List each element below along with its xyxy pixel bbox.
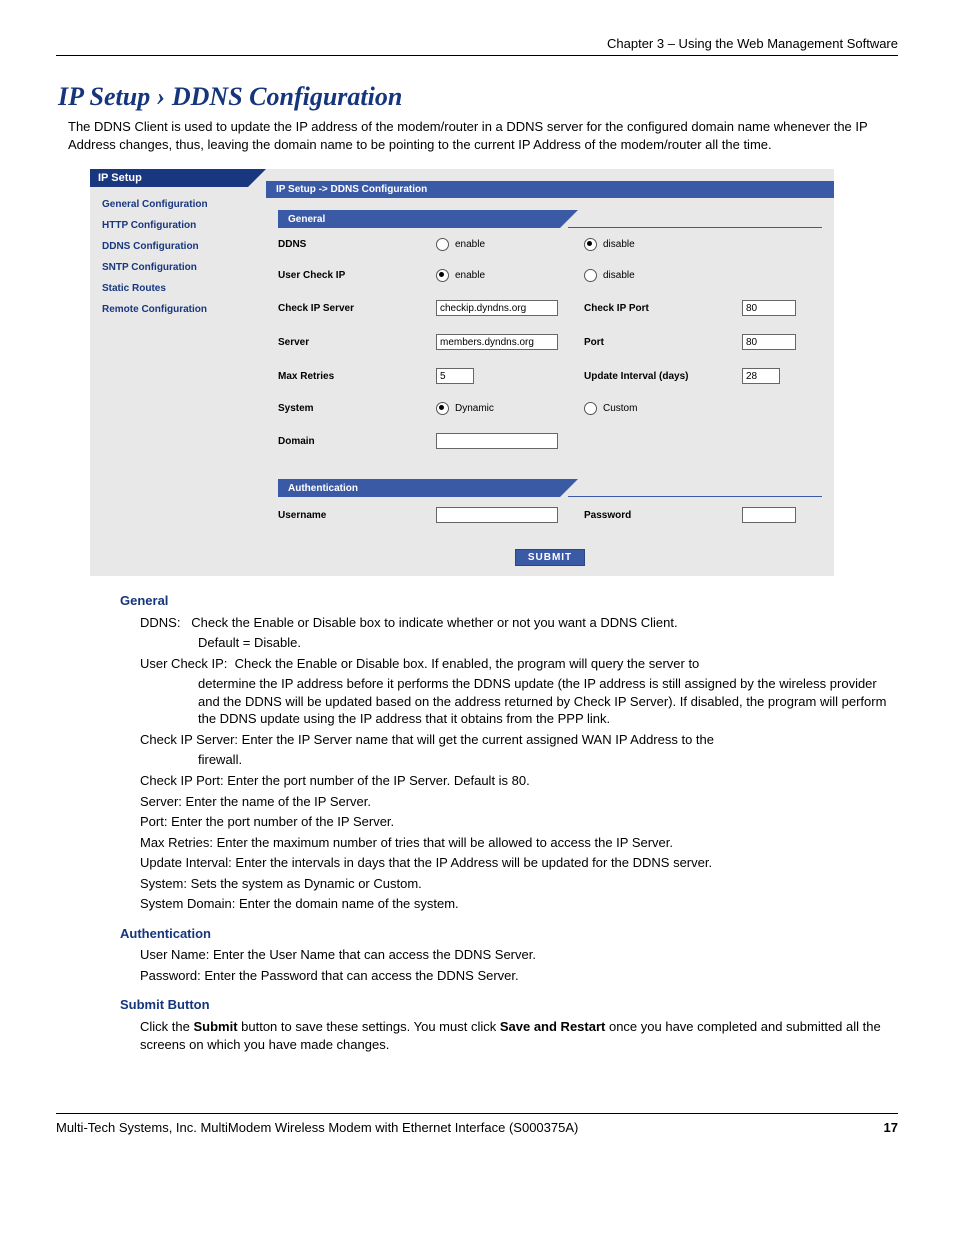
sidebar-item-static-routes[interactable]: Static Routes: [102, 283, 266, 294]
enable-text: enable: [455, 239, 485, 250]
sidebar-item-general[interactable]: General Configuration: [102, 199, 266, 210]
checkipserver-input[interactable]: [436, 300, 558, 316]
password-label: Password: [584, 510, 734, 521]
updateinterval-label: Update Interval (days): [584, 371, 734, 382]
help-system-desc: Sets the system as Dynamic or Custom.: [191, 876, 422, 891]
help-server-desc: Enter the name of the IP Server.: [186, 794, 371, 809]
usercheckip-label: User Check IP: [278, 270, 428, 281]
help-system-term: System:: [140, 876, 187, 891]
help-auth-heading: Authentication: [120, 925, 898, 943]
help-usercheckip-desc-start: Check the Enable or Disable box. If enab…: [235, 656, 700, 671]
help-cis-desc-start: Enter the IP Server name that will get t…: [242, 732, 714, 747]
help-username-desc: Enter the User Name that can access the …: [213, 947, 536, 962]
sidebar-item-remote[interactable]: Remote Configuration: [102, 304, 266, 315]
help-general-heading: General: [120, 592, 898, 610]
sidebar-tab-ipsetup[interactable]: IP Setup: [90, 169, 266, 187]
usercheckip-disable-radio[interactable]: [584, 269, 597, 282]
username-input[interactable]: [436, 507, 558, 523]
help-submit-desc: Click the Submit button to save these se…: [140, 1018, 898, 1053]
help-checkipserver-term: Check IP Server:: [140, 732, 238, 747]
breadcrumb: IP Setup -> DDNS Configuration: [266, 181, 834, 198]
system-label: System: [278, 403, 428, 414]
disable-text: disable: [603, 239, 635, 250]
footer-page-number: 17: [884, 1120, 898, 1135]
help-ddns-desc1: Check the Enable or Disable box to indic…: [191, 615, 677, 630]
submit-button[interactable]: SUBMIT: [515, 549, 585, 566]
help-maxretries-desc: Enter the maximum number of tries that w…: [217, 835, 673, 850]
maxretries-label: Max Retries: [278, 371, 428, 382]
screenshot-panel: IP Setup General Configuration HTTP Conf…: [90, 169, 820, 576]
domain-label: Domain: [278, 436, 428, 447]
sidebar-item-sntp[interactable]: SNTP Configuration: [102, 262, 266, 273]
enable-text-2: enable: [455, 270, 485, 281]
server-input[interactable]: [436, 334, 558, 350]
sidebar: IP Setup General Configuration HTTP Conf…: [90, 169, 266, 576]
section-header-auth: Authentication: [278, 479, 822, 497]
ddns-enable-radio[interactable]: [436, 238, 449, 251]
section-header-auth-label: Authentication: [278, 479, 560, 497]
usercheckip-enable-radio[interactable]: [436, 269, 449, 282]
help-port-term: Port:: [140, 814, 167, 829]
custom-text: Custom: [603, 403, 637, 414]
section-header-general: General: [278, 210, 822, 228]
help-updateinterval-term: Update Interval:: [140, 855, 232, 870]
password-input[interactable]: [742, 507, 796, 523]
checkipport-input[interactable]: [742, 300, 796, 316]
help-systemdomain-desc: Enter the domain name of the system.: [239, 896, 459, 911]
main-pane: IP Setup -> DDNS Configuration General D…: [266, 169, 834, 576]
maxretries-input[interactable]: [436, 368, 474, 384]
ddns-label: DDNS: [278, 239, 428, 250]
help-port-desc: Enter the port number of the IP Server.: [171, 814, 394, 829]
system-dynamic-radio[interactable]: [436, 402, 449, 415]
help-submit-heading: Submit Button: [120, 996, 898, 1014]
dynamic-text: Dynamic: [455, 403, 494, 414]
section-header-general-label: General: [278, 210, 560, 228]
page-title: IP Setup › DDNS Configuration: [58, 82, 898, 112]
port-input[interactable]: [742, 334, 796, 350]
help-systemdomain-term: System Domain:: [140, 896, 235, 911]
username-label: Username: [278, 510, 428, 521]
domain-input[interactable]: [436, 433, 558, 449]
sidebar-item-ddns[interactable]: DDNS Configuration: [102, 241, 266, 252]
port-label: Port: [584, 337, 734, 348]
disable-text-2: disable: [603, 270, 635, 281]
help-ddns-term: DDNS:: [140, 615, 180, 630]
help-server-term: Server:: [140, 794, 182, 809]
help-username-term: User Name:: [140, 947, 209, 962]
help-password-term: Password:: [140, 968, 201, 983]
chapter-header: Chapter 3 – Using the Web Management Sof…: [56, 36, 898, 56]
help-checkipport-desc: Enter the port number of the IP Server. …: [227, 773, 530, 788]
footer-left: Multi-Tech Systems, Inc. MultiModem Wire…: [56, 1120, 578, 1135]
system-custom-radio[interactable]: [584, 402, 597, 415]
ddns-disable-radio[interactable]: [584, 238, 597, 251]
help-usercheckip-desc-cont: determine the IP address before it perfo…: [198, 675, 898, 728]
checkipserver-label: Check IP Server: [278, 303, 428, 314]
sidebar-item-http[interactable]: HTTP Configuration: [102, 220, 266, 231]
checkipport-label: Check IP Port: [584, 303, 734, 314]
help-maxretries-term: Max Retries:: [140, 835, 213, 850]
help-checkipport-term: Check IP Port:: [140, 773, 224, 788]
help-updateinterval-desc: Enter the intervals in days that the IP …: [235, 855, 712, 870]
intro-text: The DDNS Client is used to update the IP…: [68, 118, 898, 153]
server-label: Server: [278, 337, 428, 348]
help-ddns-desc2: Default = Disable.: [198, 634, 898, 652]
help-password-desc: Enter the Password that can access the D…: [204, 968, 518, 983]
help-usercheckip-term: User Check IP:: [140, 656, 227, 671]
updateinterval-input[interactable]: [742, 368, 780, 384]
page-footer: Multi-Tech Systems, Inc. MultiModem Wire…: [56, 1113, 898, 1135]
help-cis-desc-cont: firewall.: [198, 751, 898, 769]
